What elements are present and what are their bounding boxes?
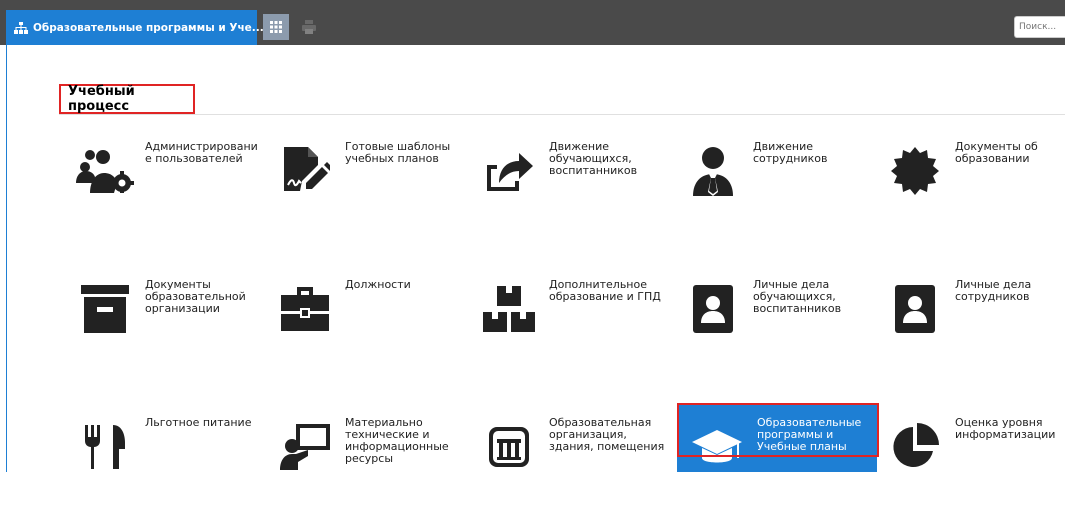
presenter-board-icon [275,417,335,477]
tile-user-admin[interactable]: Администрировани е пользователей [65,141,265,241]
tile-subsidized-meals[interactable]: Льготное питание [65,417,265,517]
tile-label: Администрировани е пользователей [145,140,258,165]
signed-document-icon [275,141,335,201]
tile-label: Оценка уровня информатизации [955,416,1056,441]
tile-label: Образовательная организация, здания, пом… [549,416,665,453]
print-button[interactable] [296,14,322,40]
tile-label: Документы об образовании [955,140,1038,165]
tab-label: Образовательные программы и Уче... [33,21,264,34]
tile-plan-templates[interactable]: Готовые шаблоны учебных планов [265,141,465,241]
tile-material-resources[interactable]: Материально технические и информационные… [265,417,465,517]
section-title: Учебный процесс [59,84,195,114]
building-icon [479,417,539,477]
tile-student-files[interactable]: Личные дела обучающихся, воспитанников [673,279,873,379]
utensils-icon [75,417,135,477]
tile-label: Движение сотрудников [753,140,828,165]
tab-educational-programs[interactable]: Образовательные программы и Уче... [6,10,264,45]
tile-label: Должности [345,278,411,291]
pie-chart-icon [885,417,945,477]
tile-label: Личные дела сотрудников [955,278,1032,303]
tile-label: Документы образовательной организации [145,278,246,315]
tile-label: Дополнительное образование и ГПД [549,278,661,303]
graduation-cap-icon [687,419,747,479]
search-input[interactable] [1014,16,1065,38]
tile-label: Движение обучающихся, воспитанников [549,140,638,177]
employee-icon [683,141,743,201]
tile-additional-education[interactable]: Дополнительное образование и ГПД [469,279,669,379]
tile-educational-programs[interactable]: Образовательные программы и Учебные план… [677,403,877,472]
top-bar: Образовательные программы и Уче... [0,0,1065,45]
tile-label: Льготное питание [145,416,252,429]
tile-informatization[interactable]: Оценка уровня информатизации [875,417,1065,517]
tile-education-docs[interactable]: Документы об образовании [875,141,1065,241]
sitemap-icon [14,21,28,34]
id-badge-icon [885,279,945,339]
certificate-seal-icon [885,141,945,201]
tile-org-documents[interactable]: Документы образовательной организации [65,279,265,379]
tile-label: Личные дела обучающихся, воспитанников [753,278,842,315]
print-icon [302,20,316,34]
tile-student-movement[interactable]: Движение обучающихся, воспитанников [469,141,669,241]
tile-employee-files[interactable]: Личные дела сотрудников [875,279,1065,379]
briefcase-icon [275,279,335,339]
section-divider [59,114,1065,115]
tile-label: Образовательные программы и Учебные план… [757,416,862,453]
share-arrow-icon [479,141,539,201]
tile-label: Материально технические и информационные… [345,416,449,465]
archive-box-icon [75,279,135,339]
id-badge-icon [683,279,743,339]
apps-grid-button[interactable] [263,14,289,40]
tile-organization-buildings[interactable]: Образовательная организация, здания, пом… [469,417,669,517]
tile-employee-movement[interactable]: Движение сотрудников [673,141,873,241]
grid-icon [270,21,282,33]
tile-label: Готовые шаблоны учебных планов [345,140,451,165]
blocks-icon [479,279,539,339]
users-gear-icon [75,141,135,201]
tile-positions[interactable]: Должности [265,279,465,379]
